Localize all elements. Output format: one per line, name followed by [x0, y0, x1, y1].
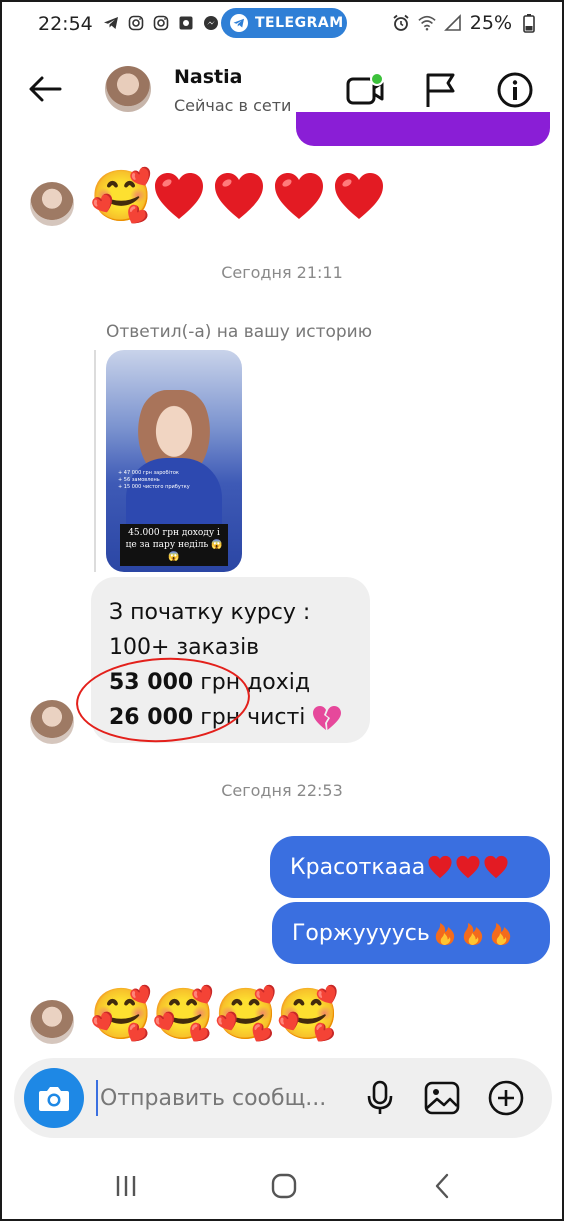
smiling-hearts-emoji: 🥰 [214, 985, 277, 1043]
story-reply-label: Ответил(-а) на вашу историю [106, 322, 373, 342]
timestamp-separator: Сегодня 21:11 [221, 263, 343, 282]
video-call-button[interactable] [345, 70, 385, 110]
back-nav-button[interactable] [422, 1168, 462, 1204]
red-heart-emoji [335, 173, 384, 219]
message-input[interactable] [96, 1080, 358, 1116]
back-button[interactable] [26, 70, 64, 108]
home-icon [271, 1173, 297, 1199]
sent-message-bubble[interactable]: Красоткааа [270, 836, 550, 898]
fire-emoji [463, 923, 483, 945]
telegram-label: TELEGRAM [255, 15, 344, 31]
info-icon [497, 72, 533, 108]
camera-icon [39, 1087, 69, 1111]
fire-emoji [491, 923, 511, 945]
microphone-button[interactable] [360, 1078, 400, 1118]
status-bar: 22:54 TELEGRAM 25% [2, 2, 562, 46]
plus-icon [488, 1080, 524, 1116]
system-navigation-bar [2, 1152, 562, 1219]
sent-message-bubble-prev[interactable] [296, 112, 550, 146]
status-time: 22:54 [38, 13, 93, 35]
gallery-icon [424, 1081, 460, 1115]
more-options-button[interactable] [486, 1078, 526, 1118]
message-line: З початку курсу : [109, 600, 311, 625]
battery-icon [520, 14, 538, 33]
telegram-pill[interactable]: TELEGRAM [221, 8, 347, 38]
timestamp-separator: Сегодня 22:53 [221, 781, 343, 800]
alarm-icon [392, 14, 410, 32]
telegram-small-icon [102, 14, 120, 32]
sent-text: Красоткааа [290, 854, 426, 880]
red-heart-emoji [155, 173, 204, 219]
notification-icons [102, 14, 220, 32]
contact-name[interactable]: Nastia [174, 66, 242, 88]
telegram-icon [230, 14, 248, 32]
microphone-icon [367, 1080, 393, 1114]
reply-divider [94, 350, 96, 572]
broken-heart-emoji [313, 705, 342, 730]
smiling-hearts-emoji: 🥰 [276, 985, 340, 1043]
contact-avatar[interactable] [105, 66, 151, 112]
back-icon [435, 1173, 449, 1199]
home-button[interactable] [264, 1168, 304, 1204]
instagram-small-icon [127, 14, 145, 32]
smiling-hearts-emoji: 🥰 [90, 985, 153, 1043]
smiling-hearts-emoji: 🥰 [152, 985, 215, 1043]
story-thumbnail[interactable]: + 47 000 грн заробіток + 56 замовлень + … [106, 350, 242, 572]
message-composer [14, 1058, 552, 1138]
sender-avatar[interactable] [30, 182, 74, 226]
instagram-small-icon-2 [152, 14, 170, 32]
system-icons: 25% [392, 12, 538, 34]
sent-text: Горжуууусь [292, 920, 430, 946]
signal-icon [443, 14, 462, 32]
smiling-hearts-emoji: 🥰 [90, 167, 153, 225]
messenger-small-icon [202, 14, 220, 32]
story-caption: 45.000 грн доходу і це за пару неділь 😱😱 [120, 524, 228, 566]
battery-percent: 25% [469, 12, 512, 34]
story-small-text: + 47 000 грн заробіток + 56 замовлень + … [118, 470, 190, 490]
info-button[interactable] [495, 70, 535, 110]
recents-button[interactable] [106, 1168, 146, 1204]
gallery-button[interactable] [422, 1078, 462, 1118]
sender-avatar[interactable] [30, 700, 74, 744]
report-flag-button[interactable] [420, 70, 460, 110]
media-small-icon [177, 14, 195, 32]
sent-message-bubble[interactable]: Горжуууусь [272, 902, 550, 964]
red-heart-emoji [428, 855, 452, 879]
emoji-message[interactable]: 🥰 🥰 🥰 🥰 [90, 986, 339, 1042]
camera-button[interactable] [24, 1068, 84, 1128]
wifi-icon [418, 14, 436, 32]
red-heart-emoji [275, 173, 324, 219]
back-arrow-icon [29, 76, 62, 102]
emoji-message[interactable]: 🥰 [90, 168, 392, 224]
phone-screen: 22:54 TELEGRAM 25% Nastia Сейчас в сети … [0, 0, 564, 1221]
contact-status: Сейчас в сети [174, 96, 292, 115]
red-heart-emoji [215, 173, 264, 219]
video-call-icon [346, 72, 384, 105]
recents-icon [116, 1176, 136, 1196]
sender-avatar[interactable] [30, 1000, 74, 1044]
fire-emoji [435, 923, 455, 945]
red-heart-emoji [484, 855, 508, 879]
red-heart-emoji [456, 855, 480, 879]
flag-icon [426, 73, 455, 107]
